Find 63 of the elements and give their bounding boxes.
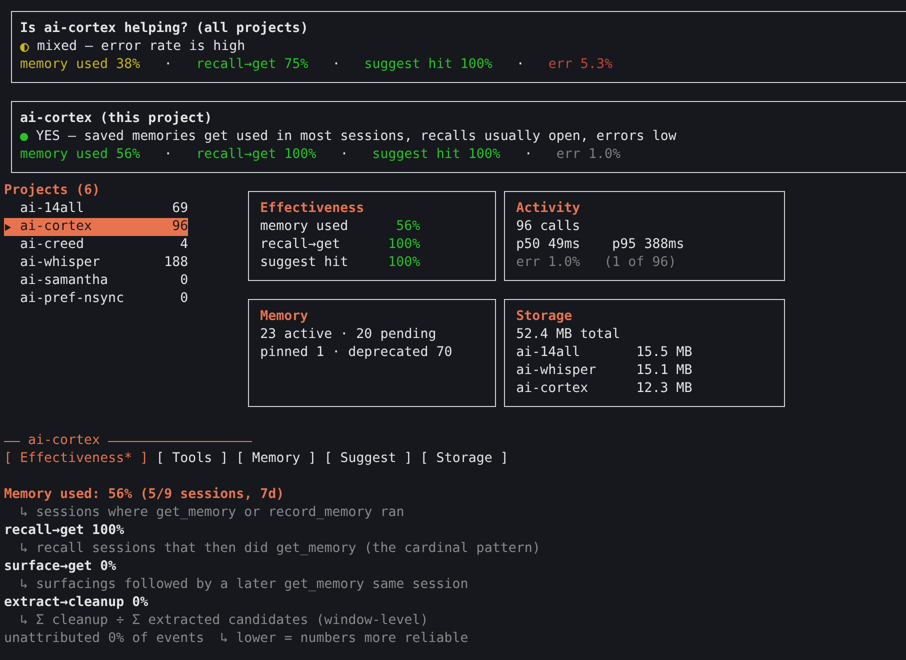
stat-value: 56%: [396, 218, 420, 236]
storage-size: 12.3 MB: [636, 380, 692, 398]
panel-title: Effectiveness: [260, 200, 364, 218]
separator-dot: ·: [164, 146, 172, 164]
view-tab[interactable]: [ Memory ]: [236, 450, 316, 468]
view-tab[interactable]: [ Suggest ]: [324, 450, 412, 468]
stat-label: recall→get: [260, 236, 340, 254]
metric-text: memory used 56%: [20, 146, 140, 164]
metric-text: memory used 38%: [20, 56, 140, 74]
summary-title: Is ai-cortex helping? (all projects): [20, 20, 308, 38]
metric-heading: recall→get 100%: [4, 522, 124, 540]
stat-value: 100%: [388, 254, 420, 272]
metric-note: ↳ Σ cleanup ÷ Σ extracted candidates (window-level): [20, 612, 428, 630]
project-item[interactable]: ai-pref-nsync 0: [4, 290, 188, 308]
separator-dot: ·: [332, 56, 340, 74]
stat-value: 100%: [388, 236, 420, 254]
stat-line: 23 active · 20 pending: [260, 326, 436, 344]
panel-title: Activity: [516, 200, 580, 218]
panel-title: Storage: [516, 308, 572, 326]
verdict-text: YES — saved memories get used in most sessions, recalls usually open, errors low: [36, 128, 676, 146]
separator-dot: ·: [164, 56, 172, 74]
project-item[interactable]: ai-whisper 188: [4, 254, 188, 272]
project-name: ai-14all: [516, 344, 582, 362]
stat-line: p50 49ms p95 388ms: [516, 236, 684, 254]
stat-line: 52.4 MB total: [516, 326, 620, 344]
verdict-text: mixed — error rate is high: [37, 38, 246, 56]
project-item[interactable]: ai-samantha 0: [4, 272, 188, 290]
stat-line: pinned 1 · deprecated 70: [260, 344, 452, 362]
storage-size: 15.1 MB: [636, 362, 692, 380]
metric-note: ↳ surfacings followed by a later get_memory same session: [20, 576, 468, 594]
project-item[interactable]: ai-cortex 96: [4, 218, 188, 236]
metric-heading: Memory used: 56% (5/9 sessions, 7d): [4, 486, 284, 504]
project-item[interactable]: ai-creed 4: [4, 236, 188, 254]
stat-line: err 1.0% (1 of 96): [516, 254, 676, 272]
metric-text: err 1.0%: [556, 146, 620, 164]
metric-heading: surface→get 0%: [4, 558, 116, 576]
metric-heading: extract→cleanup 0%: [4, 594, 148, 612]
metric-note: ↳ recall sessions that then did get_memory (the cardinal pattern): [20, 540, 540, 558]
metric-text: err 5.3%: [548, 56, 612, 74]
stat-line: 96 calls: [516, 218, 580, 236]
footnote-text: unattributed 0% of events ↳ lower = numbers more reliable: [4, 630, 468, 648]
project-name: ai-whisper: [516, 362, 598, 380]
metric-text: suggest hit 100%: [364, 56, 492, 74]
view-tab[interactable]: [ Storage ]: [420, 450, 508, 468]
section-title: ai-cortex: [28, 432, 100, 450]
storage-size: 15.5 MB: [636, 344, 692, 362]
project-name: ai-cortex: [516, 380, 590, 398]
view-tab[interactable]: [ Effectiveness* ]: [4, 450, 148, 468]
project-item[interactable]: ai-14all 69: [4, 200, 188, 218]
metric-text: recall→get 100%: [196, 146, 316, 164]
metric-text: suggest hit 100%: [372, 146, 500, 164]
stat-label: memory used: [260, 218, 348, 236]
metric-text: recall→get 75%: [196, 56, 308, 74]
summary-title: ai-cortex (this project): [20, 110, 212, 128]
separator-dot: ·: [340, 146, 348, 164]
separator-dot: ·: [516, 56, 524, 74]
separator-dot: ·: [524, 146, 532, 164]
view-tab[interactable]: [ Tools ]: [156, 450, 228, 468]
projects-heading: Projects (6): [4, 182, 100, 200]
stat-label: suggest hit: [260, 254, 348, 272]
caret-icon: [5, 224, 11, 230]
panel-title: Memory: [260, 308, 308, 326]
metric-note: ↳ sessions where get_memory or record_memory ran: [20, 504, 404, 522]
